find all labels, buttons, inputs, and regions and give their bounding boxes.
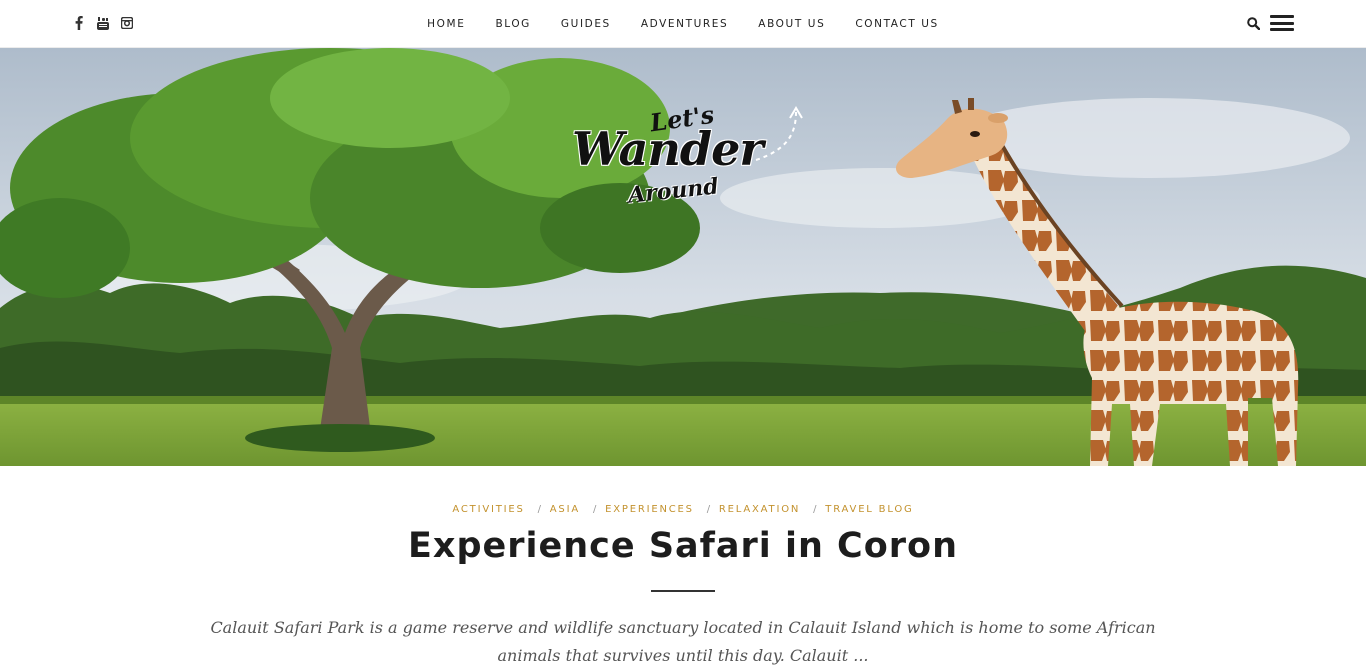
youtube-icon[interactable] [96,15,110,31]
site-logo[interactable]: Let's Wander Around [566,100,816,220]
facebook-icon[interactable] [72,15,86,31]
category-separator: / [592,504,599,515]
post-preview: ACTIVITIES / ASIA / EXPERIENCES / RELAXA… [0,466,1366,668]
logo-line-wander: Wander [572,122,764,176]
category-travel-blog[interactable]: TRAVEL BLOG [825,504,913,515]
category-relaxation[interactable]: RELAXATION [719,504,800,515]
header-actions [1247,15,1294,31]
logo-line-around: Around [626,173,720,209]
category-activities[interactable]: ACTIVITIES [452,504,524,515]
category-separator: / [813,504,819,515]
search-icon[interactable] [1247,16,1260,30]
nav-item-home[interactable]: HOME [412,0,480,48]
dashed-arrow-icon [755,106,803,161]
site-header: HOME BLOG GUIDES ADVENTURES ABOUT US CON… [0,0,1366,48]
hero-banner: Let's Wander Around [0,48,1366,466]
title-divider [651,590,715,592]
nav-item-contact-us[interactable]: CONTACT US [840,0,953,48]
nav-list: HOME BLOG GUIDES ADVENTURES ABOUT US CON… [412,0,954,48]
post-categories: ACTIVITIES / ASIA / EXPERIENCES / RELAXA… [0,504,1366,515]
nav-item-blog[interactable]: BLOG [480,0,545,48]
category-asia[interactable]: ASIA [550,504,580,515]
nav-item-about-us[interactable]: ABOUT US [743,0,840,48]
category-experiences[interactable]: EXPERIENCES [605,504,694,515]
nav-item-guides[interactable]: GUIDES [546,0,626,48]
nav-item-adventures[interactable]: ADVENTURES [626,0,743,48]
post-title[interactable]: Experience Safari in Coron [0,526,1366,566]
category-separator: / [537,504,543,515]
hamburger-menu-icon[interactable] [1270,15,1294,31]
instagram-icon[interactable] [120,15,134,31]
main-navigation: HOME BLOG GUIDES ADVENTURES ABOUT US CON… [0,0,1366,48]
post-excerpt: Calauit Safari Park is a game reserve an… [210,618,1156,665]
category-separator: / [706,504,712,515]
social-links [72,15,134,31]
